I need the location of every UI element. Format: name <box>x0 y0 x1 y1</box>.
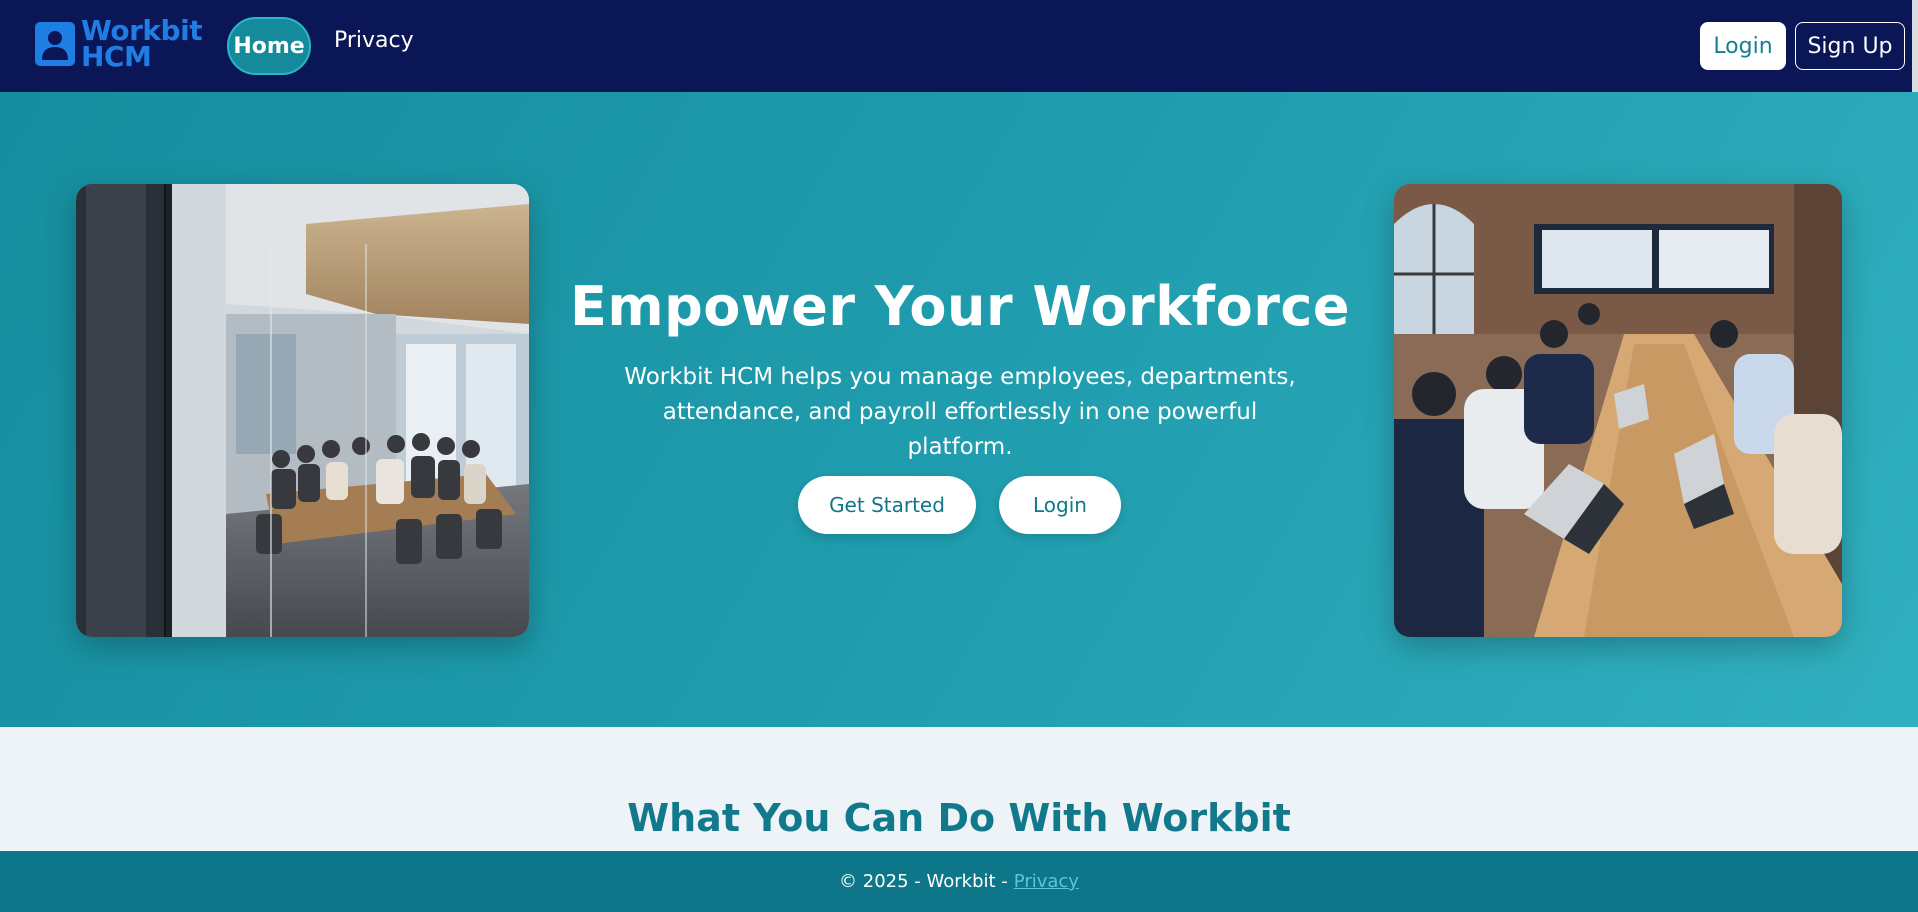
team-working-on-laptops-photo <box>1394 184 1842 637</box>
top-navbar: Workbit HCM Home Privacy Login Sign Up <box>0 0 1918 92</box>
page-footer: © 2025 - Workbit - Privacy <box>0 851 1918 912</box>
nav-login-button[interactable]: Login <box>1700 22 1786 70</box>
brand-name: Workbit HCM <box>81 17 203 73</box>
hero-section: Empower Your Workforce Workbit HCM helps… <box>0 92 1918 727</box>
hero-subtitle: Workbit HCM helps you manage employees, … <box>624 364 1296 460</box>
hero-title: Empower Your Workforce <box>569 275 1351 338</box>
features-section-title: What You Can Do With Workbit <box>627 796 1291 840</box>
page-scrollbar[interactable] <box>1912 0 1918 92</box>
brand-logo[interactable]: Workbit HCM <box>35 17 203 73</box>
footer-copyright: © 2025 - Workbit - <box>839 871 1008 892</box>
hero-login-button[interactable]: Login <box>999 476 1121 534</box>
nav-signup-button[interactable]: Sign Up <box>1795 22 1905 70</box>
nav-privacy-link[interactable]: Privacy <box>334 28 414 53</box>
nav-home-link[interactable]: Home <box>227 17 311 75</box>
get-started-button[interactable]: Get Started <box>798 476 976 534</box>
conference-room-meeting-photo <box>76 184 529 637</box>
brand-name-line2: HCM <box>81 40 152 73</box>
user-badge-icon <box>35 22 75 66</box>
footer-privacy-link[interactable]: Privacy <box>1014 871 1079 892</box>
